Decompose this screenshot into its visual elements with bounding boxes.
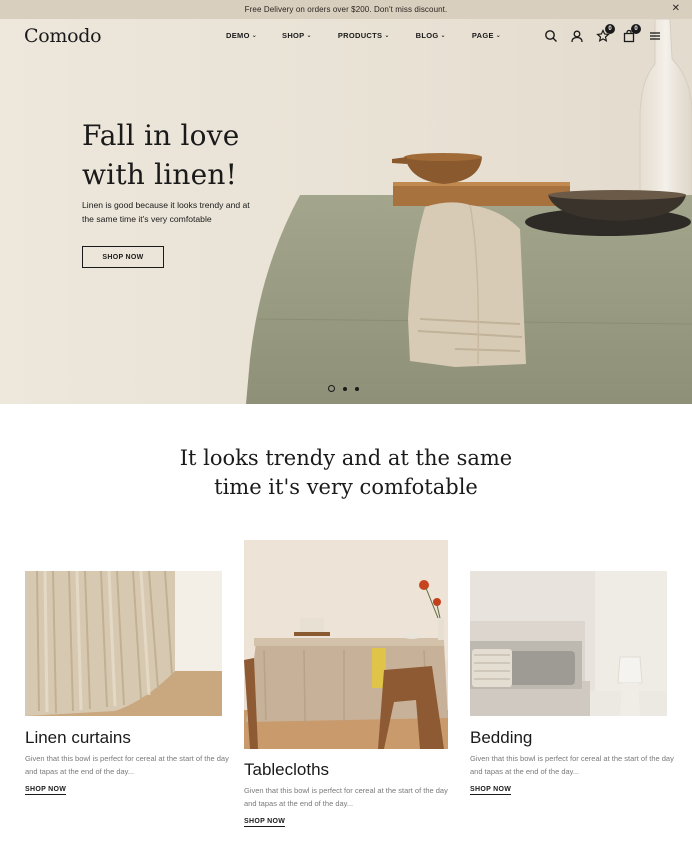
hero-shop-now-button[interactable]: SHOP NOW — [82, 246, 164, 268]
search-icon[interactable] — [544, 29, 558, 43]
card-title-tablecloths[interactable]: Tablecloths — [244, 760, 329, 780]
hero-subtitle: Linen is good because it looks trendy an… — [82, 200, 250, 224]
nav-item-shop[interactable]: SHOP ⌄ — [282, 31, 312, 40]
linen-curtains-image[interactable] — [25, 571, 222, 716]
user-icon[interactable] — [570, 29, 584, 43]
chevron-down-icon: ⌄ — [384, 33, 390, 39]
card-shop-now-link[interactable]: SHOP NOW — [470, 786, 512, 795]
card-title-bedding[interactable]: Bedding — [470, 728, 532, 748]
card-description: Given that this bowl is perfect for cere… — [244, 786, 448, 808]
cart-icon[interactable]: 0 — [622, 24, 641, 43]
wishlist-count-badge: 0 — [605, 24, 615, 34]
menu-icon[interactable] — [648, 29, 662, 43]
nav-item-products[interactable]: PRODUCTS ⌄ — [338, 31, 390, 40]
site-header: Comodo DEMO ⌄ SHOP ⌄ PRODUCTS ⌄ BLOG ⌄ PAGE ⌄… — [0, 19, 692, 55]
section-heading: It looks trendy and at the same time it'… — [179, 446, 513, 499]
slide-dot-2[interactable] — [343, 386, 347, 391]
chevron-down-icon: ⌄ — [495, 33, 502, 39]
slide-dot-3[interactable] — [355, 386, 359, 391]
wishlist-icon[interactable]: 0 — [596, 24, 615, 43]
nav-item-demo[interactable]: DEMO ⌄ — [226, 31, 257, 40]
chevron-down-icon: ⌄ — [440, 33, 446, 39]
nav-item-blog[interactable]: BLOG ⌄ — [416, 31, 446, 40]
hero-title: Fall in love with linen! — [82, 119, 240, 191]
card-shop-now-link[interactable]: SHOP NOW — [244, 818, 286, 827]
chevron-down-icon: ⌄ — [251, 33, 258, 39]
wooden-bowl — [405, 157, 482, 184]
announcement-bar: Free Delivery on orders over $200. Don't… — [0, 0, 692, 19]
cart-count-badge: 0 — [631, 24, 641, 34]
card-shop-now-link[interactable]: SHOP NOW — [25, 786, 67, 795]
slider-dots — [328, 385, 359, 392]
linen-napkin — [408, 202, 526, 367]
slide-dot-1[interactable] — [328, 385, 335, 392]
announcement-text: Free Delivery on orders over $200. Don't… — [244, 5, 448, 14]
card-description: Given that this bowl is perfect for cere… — [25, 754, 229, 776]
chevron-down-icon: ⌄ — [306, 33, 312, 39]
main-nav: DEMO ⌄ SHOP ⌄ PRODUCTS ⌄ BLOG ⌄ PAGE ⌄ — [226, 31, 501, 40]
nav-item-page[interactable]: PAGE ⌄ — [472, 31, 501, 40]
card-description: Given that this bowl is perfect for cere… — [470, 754, 674, 776]
close-icon[interactable]: ✕ — [672, 3, 680, 15]
tablecloths-image[interactable] — [244, 540, 448, 749]
bedding-image[interactable] — [470, 571, 667, 716]
logo[interactable]: Comodo — [24, 25, 102, 47]
header-actions: 0 0 — [544, 24, 662, 43]
card-title-linen-curtains[interactable]: Linen curtains — [25, 728, 131, 748]
